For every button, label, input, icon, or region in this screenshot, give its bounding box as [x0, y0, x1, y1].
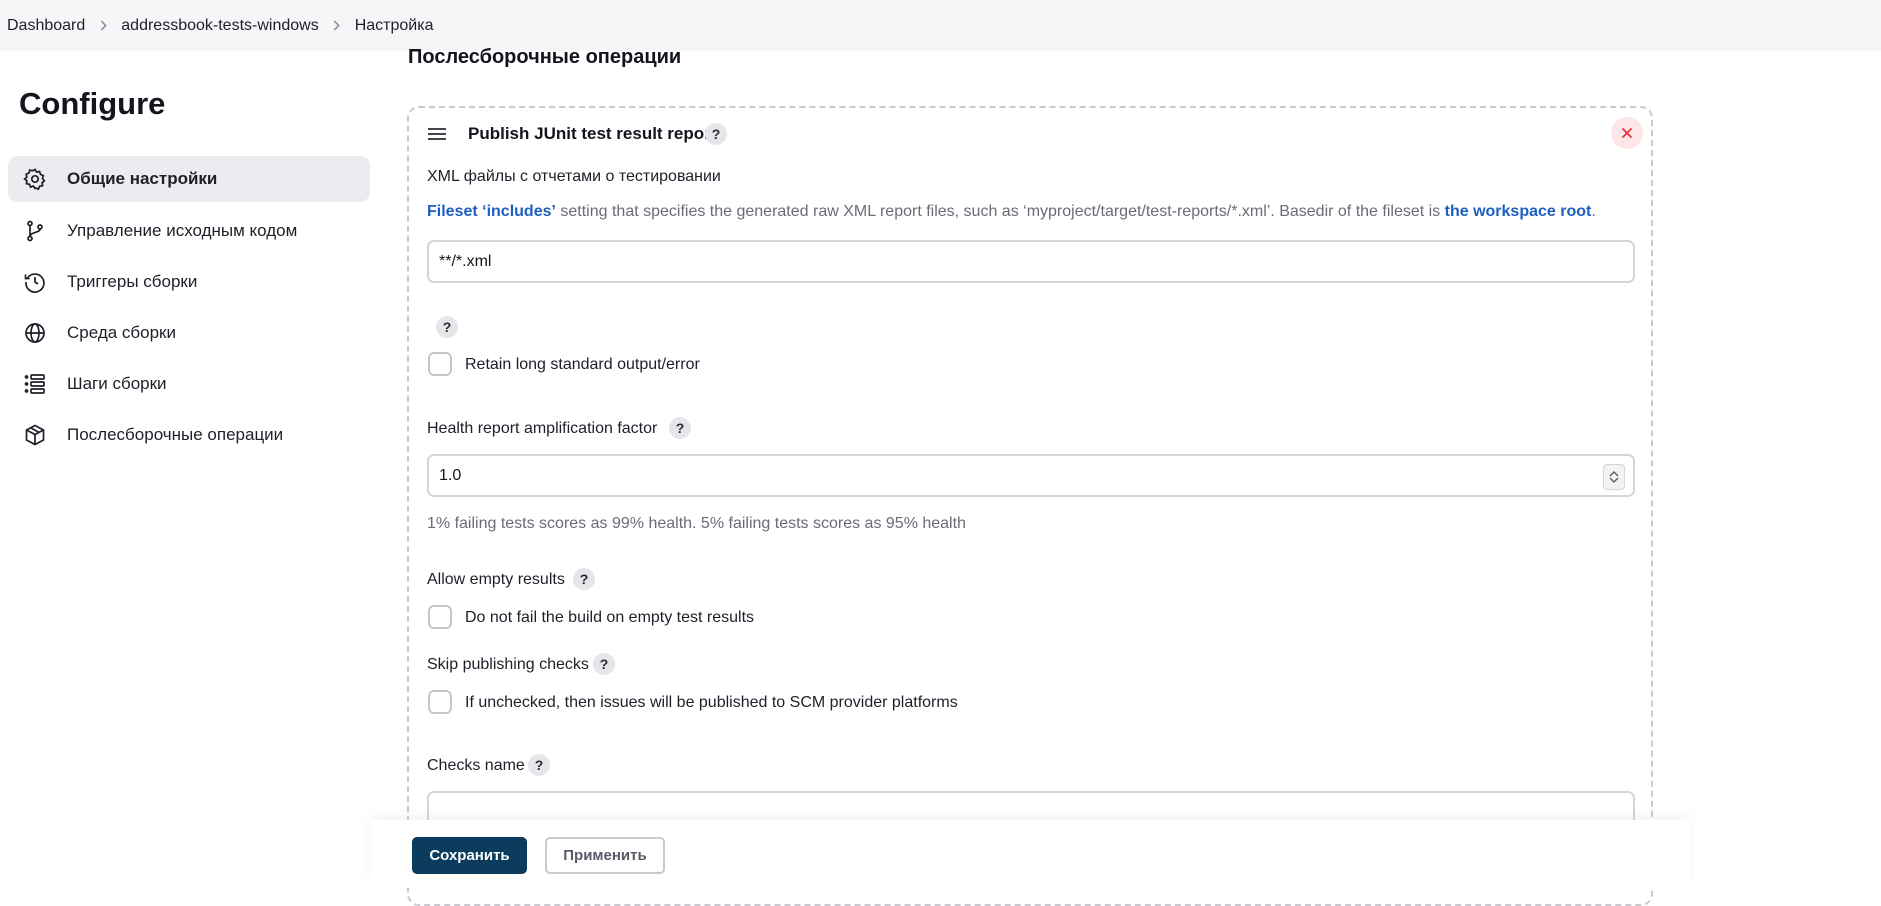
page-title: Configure: [19, 86, 166, 121]
list-icon: [23, 372, 47, 396]
sidebar-item-build-steps[interactable]: Шаги сборки: [8, 361, 370, 407]
sidebar-item-label: Управление исходным кодом: [67, 221, 298, 240]
retain-output-label: Retain long standard output/error: [465, 356, 700, 373]
health-factor-label: Health report amplification factor: [427, 420, 658, 437]
skip-publishing-label: Skip publishing checks: [427, 656, 589, 673]
health-factor-description: 1% failing tests scores as 99% health. 5…: [427, 515, 966, 532]
package-icon: [23, 423, 47, 447]
help-icon[interactable]: ?: [705, 123, 727, 145]
sidebar-item-triggers[interactable]: Триггеры сборки: [8, 259, 370, 305]
chevron-right-icon: [85, 20, 121, 31]
globe-icon: [23, 321, 47, 345]
health-factor-input[interactable]: [427, 454, 1635, 497]
git-branch-icon: [23, 219, 47, 243]
fileset-includes-link[interactable]: Fileset ‘includes’: [427, 203, 556, 220]
checks-name-label: Checks name: [427, 757, 525, 774]
allow-empty-checkbox[interactable]: [428, 605, 452, 629]
help-icon[interactable]: ?: [573, 568, 595, 590]
breadcrumb-settings[interactable]: Настройка: [355, 17, 434, 35]
sidebar-item-general[interactable]: Общие настройки: [8, 156, 370, 202]
help-icon[interactable]: ?: [436, 316, 458, 338]
drag-handle-icon[interactable]: [427, 126, 447, 142]
close-icon: [1621, 127, 1633, 139]
gear-icon: [23, 167, 47, 191]
breadcrumb-job[interactable]: addressbook-tests-windows: [121, 17, 318, 35]
sidebar-item-scm[interactable]: Управление исходным кодом: [8, 208, 370, 254]
sidebar-item-environment[interactable]: Среда сборки: [8, 310, 370, 356]
sidebar-item-label: Триггеры сборки: [67, 272, 198, 291]
junit-publisher-card: [407, 106, 1653, 906]
save-button[interactable]: Сохранить: [412, 837, 527, 874]
remove-step-button[interactable]: [1611, 117, 1643, 149]
skip-publishing-checkbox[interactable]: [428, 690, 452, 714]
chevron-right-icon: [319, 20, 355, 31]
card-title: Publish JUnit test result report: [468, 124, 717, 143]
skip-publishing-checkbox-label: If unchecked, then issues will be publis…: [465, 694, 958, 711]
help-icon[interactable]: ?: [669, 417, 691, 439]
help-icon[interactable]: ?: [593, 653, 615, 675]
workspace-root-link[interactable]: the workspace root: [1445, 203, 1592, 220]
breadcrumb-dashboard[interactable]: Dashboard: [7, 17, 85, 35]
allow-empty-label: Allow empty results: [427, 571, 565, 588]
help-icon[interactable]: ?: [528, 754, 550, 776]
number-stepper[interactable]: [1603, 464, 1625, 490]
breadcrumb-bar: Dashboard addressbook-tests-windows Наст…: [0, 0, 1881, 51]
section-title: Послесборочные операции: [408, 46, 682, 68]
sidebar-item-label: Послесборочные операции: [67, 425, 284, 444]
clock-icon: [23, 270, 47, 294]
allow-empty-checkbox-label: Do not fail the build on empty test resu…: [465, 609, 755, 626]
apply-button[interactable]: Применить: [545, 837, 665, 874]
chevron-up-icon: [1609, 471, 1619, 477]
xml-reports-input[interactable]: [427, 240, 1635, 283]
retain-output-checkbox[interactable]: [428, 352, 452, 376]
xml-reports-description: Fileset ‘includes’ setting that specifie…: [427, 203, 1596, 220]
sidebar-item-label: Шаги сборки: [67, 374, 167, 393]
sidebar-item-post-build[interactable]: Послесборочные операции: [8, 412, 370, 458]
xml-reports-label: XML файлы с отчетами о тестировании: [427, 168, 721, 185]
chevron-down-icon: [1609, 477, 1619, 483]
sidebar-item-label: Общие настройки: [67, 169, 218, 188]
sidebar-item-label: Среда сборки: [67, 323, 176, 342]
